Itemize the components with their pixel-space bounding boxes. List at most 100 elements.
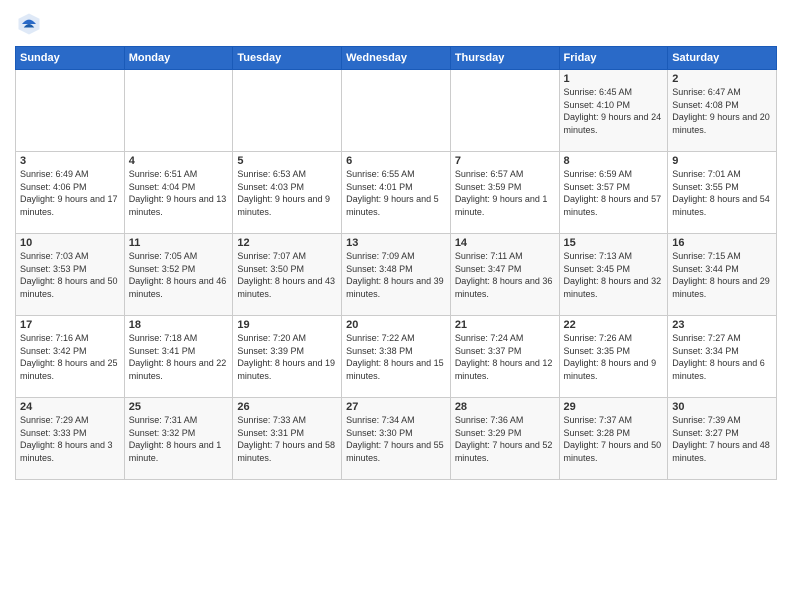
day-info: Sunrise: 7:01 AM Sunset: 3:55 PM Dayligh…	[672, 168, 772, 218]
day-number: 11	[129, 237, 229, 249]
day-info: Sunrise: 7:37 AM Sunset: 3:28 PM Dayligh…	[564, 414, 664, 464]
day-cell	[16, 70, 125, 152]
day-number: 14	[455, 237, 555, 249]
day-cell: 23Sunrise: 7:27 AM Sunset: 3:34 PM Dayli…	[668, 316, 777, 398]
day-cell: 19Sunrise: 7:20 AM Sunset: 3:39 PM Dayli…	[233, 316, 342, 398]
day-number: 5	[237, 155, 337, 167]
day-number: 27	[346, 401, 446, 413]
day-number: 6	[346, 155, 446, 167]
day-cell: 5Sunrise: 6:53 AM Sunset: 4:03 PM Daylig…	[233, 152, 342, 234]
day-cell: 29Sunrise: 7:37 AM Sunset: 3:28 PM Dayli…	[559, 398, 668, 480]
header-row: SundayMondayTuesdayWednesdayThursdayFrid…	[16, 47, 777, 70]
day-number: 1	[564, 73, 664, 85]
page: SundayMondayTuesdayWednesdayThursdayFrid…	[0, 0, 792, 612]
day-number: 26	[237, 401, 337, 413]
day-cell: 27Sunrise: 7:34 AM Sunset: 3:30 PM Dayli…	[342, 398, 451, 480]
day-info: Sunrise: 6:49 AM Sunset: 4:06 PM Dayligh…	[20, 168, 120, 218]
day-cell: 3Sunrise: 6:49 AM Sunset: 4:06 PM Daylig…	[16, 152, 125, 234]
day-info: Sunrise: 7:16 AM Sunset: 3:42 PM Dayligh…	[20, 332, 120, 382]
day-cell: 11Sunrise: 7:05 AM Sunset: 3:52 PM Dayli…	[124, 234, 233, 316]
header-tuesday: Tuesday	[233, 47, 342, 70]
day-info: Sunrise: 7:29 AM Sunset: 3:33 PM Dayligh…	[20, 414, 120, 464]
day-number: 24	[20, 401, 120, 413]
day-cell	[342, 70, 451, 152]
logo	[15, 10, 47, 38]
day-info: Sunrise: 7:39 AM Sunset: 3:27 PM Dayligh…	[672, 414, 772, 464]
header-wednesday: Wednesday	[342, 47, 451, 70]
day-number: 7	[455, 155, 555, 167]
day-number: 8	[564, 155, 664, 167]
day-cell: 13Sunrise: 7:09 AM Sunset: 3:48 PM Dayli…	[342, 234, 451, 316]
day-cell: 26Sunrise: 7:33 AM Sunset: 3:31 PM Dayli…	[233, 398, 342, 480]
day-info: Sunrise: 7:26 AM Sunset: 3:35 PM Dayligh…	[564, 332, 664, 382]
day-info: Sunrise: 7:15 AM Sunset: 3:44 PM Dayligh…	[672, 250, 772, 300]
day-number: 18	[129, 319, 229, 331]
day-cell: 4Sunrise: 6:51 AM Sunset: 4:04 PM Daylig…	[124, 152, 233, 234]
day-cell: 8Sunrise: 6:59 AM Sunset: 3:57 PM Daylig…	[559, 152, 668, 234]
calendar-body: 1Sunrise: 6:45 AM Sunset: 4:10 PM Daylig…	[16, 70, 777, 480]
day-cell: 17Sunrise: 7:16 AM Sunset: 3:42 PM Dayli…	[16, 316, 125, 398]
day-info: Sunrise: 7:27 AM Sunset: 3:34 PM Dayligh…	[672, 332, 772, 382]
day-cell: 10Sunrise: 7:03 AM Sunset: 3:53 PM Dayli…	[16, 234, 125, 316]
day-number: 3	[20, 155, 120, 167]
week-row-2: 10Sunrise: 7:03 AM Sunset: 3:53 PM Dayli…	[16, 234, 777, 316]
day-cell: 7Sunrise: 6:57 AM Sunset: 3:59 PM Daylig…	[450, 152, 559, 234]
day-info: Sunrise: 7:36 AM Sunset: 3:29 PM Dayligh…	[455, 414, 555, 464]
day-info: Sunrise: 7:34 AM Sunset: 3:30 PM Dayligh…	[346, 414, 446, 464]
day-info: Sunrise: 6:47 AM Sunset: 4:08 PM Dayligh…	[672, 86, 772, 136]
day-number: 19	[237, 319, 337, 331]
day-info: Sunrise: 7:11 AM Sunset: 3:47 PM Dayligh…	[455, 250, 555, 300]
day-info: Sunrise: 7:13 AM Sunset: 3:45 PM Dayligh…	[564, 250, 664, 300]
day-cell	[233, 70, 342, 152]
day-info: Sunrise: 7:22 AM Sunset: 3:38 PM Dayligh…	[346, 332, 446, 382]
day-number: 28	[455, 401, 555, 413]
calendar-header: SundayMondayTuesdayWednesdayThursdayFrid…	[16, 47, 777, 70]
day-info: Sunrise: 6:53 AM Sunset: 4:03 PM Dayligh…	[237, 168, 337, 218]
day-cell	[124, 70, 233, 152]
logo-icon	[15, 10, 43, 38]
day-number: 21	[455, 319, 555, 331]
day-info: Sunrise: 7:31 AM Sunset: 3:32 PM Dayligh…	[129, 414, 229, 464]
day-number: 29	[564, 401, 664, 413]
header-sunday: Sunday	[16, 47, 125, 70]
day-cell: 2Sunrise: 6:47 AM Sunset: 4:08 PM Daylig…	[668, 70, 777, 152]
day-info: Sunrise: 7:33 AM Sunset: 3:31 PM Dayligh…	[237, 414, 337, 464]
day-number: 25	[129, 401, 229, 413]
day-info: Sunrise: 6:57 AM Sunset: 3:59 PM Dayligh…	[455, 168, 555, 218]
day-cell: 1Sunrise: 6:45 AM Sunset: 4:10 PM Daylig…	[559, 70, 668, 152]
day-number: 4	[129, 155, 229, 167]
header-thursday: Thursday	[450, 47, 559, 70]
day-info: Sunrise: 6:55 AM Sunset: 4:01 PM Dayligh…	[346, 168, 446, 218]
week-row-4: 24Sunrise: 7:29 AM Sunset: 3:33 PM Dayli…	[16, 398, 777, 480]
header-saturday: Saturday	[668, 47, 777, 70]
week-row-1: 3Sunrise: 6:49 AM Sunset: 4:06 PM Daylig…	[16, 152, 777, 234]
day-cell	[450, 70, 559, 152]
day-number: 22	[564, 319, 664, 331]
day-cell: 12Sunrise: 7:07 AM Sunset: 3:50 PM Dayli…	[233, 234, 342, 316]
week-row-3: 17Sunrise: 7:16 AM Sunset: 3:42 PM Dayli…	[16, 316, 777, 398]
day-cell: 25Sunrise: 7:31 AM Sunset: 3:32 PM Dayli…	[124, 398, 233, 480]
day-number: 12	[237, 237, 337, 249]
day-cell: 28Sunrise: 7:36 AM Sunset: 3:29 PM Dayli…	[450, 398, 559, 480]
day-number: 23	[672, 319, 772, 331]
calendar: SundayMondayTuesdayWednesdayThursdayFrid…	[15, 46, 777, 480]
day-info: Sunrise: 6:51 AM Sunset: 4:04 PM Dayligh…	[129, 168, 229, 218]
day-info: Sunrise: 7:24 AM Sunset: 3:37 PM Dayligh…	[455, 332, 555, 382]
day-number: 10	[20, 237, 120, 249]
day-number: 9	[672, 155, 772, 167]
header	[15, 10, 777, 38]
day-number: 30	[672, 401, 772, 413]
day-number: 16	[672, 237, 772, 249]
day-number: 17	[20, 319, 120, 331]
day-info: Sunrise: 7:09 AM Sunset: 3:48 PM Dayligh…	[346, 250, 446, 300]
day-cell: 21Sunrise: 7:24 AM Sunset: 3:37 PM Dayli…	[450, 316, 559, 398]
day-cell: 9Sunrise: 7:01 AM Sunset: 3:55 PM Daylig…	[668, 152, 777, 234]
day-info: Sunrise: 7:07 AM Sunset: 3:50 PM Dayligh…	[237, 250, 337, 300]
header-friday: Friday	[559, 47, 668, 70]
day-number: 15	[564, 237, 664, 249]
day-info: Sunrise: 7:18 AM Sunset: 3:41 PM Dayligh…	[129, 332, 229, 382]
day-info: Sunrise: 6:59 AM Sunset: 3:57 PM Dayligh…	[564, 168, 664, 218]
day-cell: 24Sunrise: 7:29 AM Sunset: 3:33 PM Dayli…	[16, 398, 125, 480]
day-cell: 20Sunrise: 7:22 AM Sunset: 3:38 PM Dayli…	[342, 316, 451, 398]
day-cell: 16Sunrise: 7:15 AM Sunset: 3:44 PM Dayli…	[668, 234, 777, 316]
